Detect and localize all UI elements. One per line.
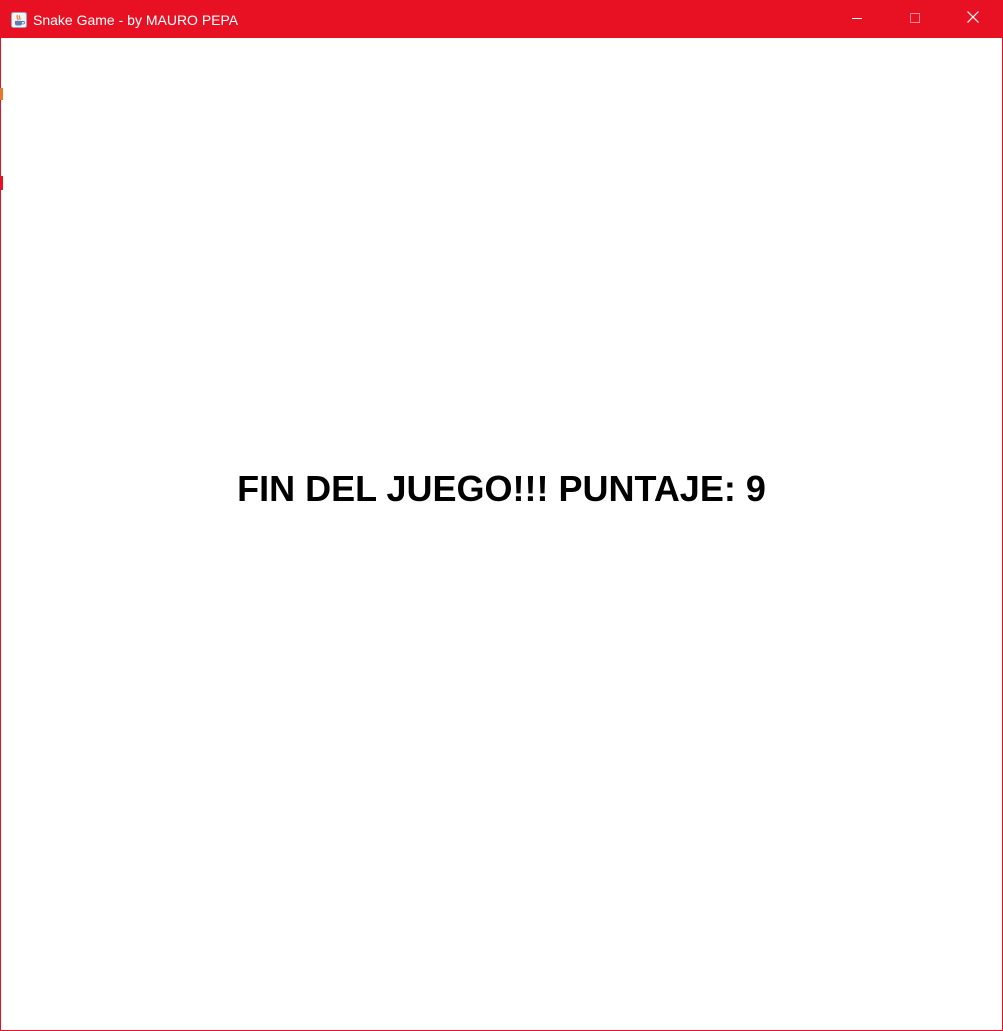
game-canvas[interactable] [3,39,1000,1030]
app-window: Snake Game - by MAURO PEPA FIN DEL JUEGO… [0,0,1003,1031]
window-title: Snake Game - by MAURO PEPA [33,11,239,28]
close-icon [966,10,980,29]
background-window-edge [0,88,3,100]
maximize-icon [909,11,921,29]
window-controls [828,1,1002,38]
title-bar[interactable]: Snake Game - by MAURO PEPA [1,1,1002,38]
minimize-icon [851,11,863,29]
minimize-button[interactable] [828,1,886,38]
background-window-edge [0,176,3,190]
game-over-message: FIN DEL JUEGO!!! PUNTAJE: 9 [237,468,766,509]
java-cup-icon[interactable] [11,11,27,28]
maximize-button[interactable] [886,1,944,38]
close-button[interactable] [944,1,1002,38]
